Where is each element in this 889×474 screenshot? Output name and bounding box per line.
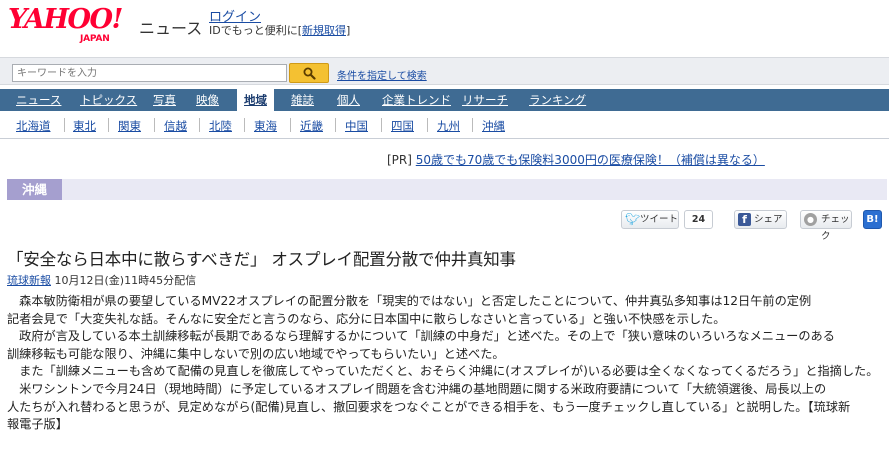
pr-label: [PR] — [387, 153, 416, 167]
nav-personal[interactable]: 個人 — [337, 89, 360, 111]
search-bar: 条件を指定して検索 — [0, 57, 889, 85]
facebook-icon: f — [738, 213, 751, 226]
hatena-bookmark-button[interactable]: B! — [863, 210, 882, 229]
search-button[interactable] — [289, 63, 329, 83]
check-label: チェック — [821, 214, 850, 242]
service-name: ニュース — [139, 19, 203, 38]
publish-date: 10月12日(金)11時45分配信 — [51, 274, 197, 287]
article-line: 報電子版】 — [7, 417, 68, 432]
region-tokai[interactable]: 東海 — [254, 118, 277, 134]
region-tohoku[interactable]: 東北 — [73, 118, 96, 134]
category-bar: 沖縄 — [7, 179, 887, 200]
divider — [64, 118, 65, 132]
region-hokuriku[interactable]: 北陸 — [209, 118, 232, 134]
login-subtext: IDでもっと便利に[新規取得] — [209, 22, 350, 38]
source-link[interactable]: 琉球新報 — [7, 274, 51, 287]
facebook-share-button[interactable]: f シェア — [734, 210, 787, 229]
region-kanto[interactable]: 関東 — [118, 118, 141, 134]
region-shinetsu[interactable]: 信越 — [164, 118, 187, 134]
search-input[interactable] — [12, 64, 287, 82]
divider — [381, 118, 382, 132]
tweet-label: ツイート — [640, 214, 679, 225]
login-subtext-end: ] — [346, 24, 351, 37]
article-line: 訓練移転も可能な限り、沖縄に集中しないで別の広い地域でやってもらいたい」と述べた… — [7, 346, 505, 361]
divider — [108, 118, 109, 132]
pr-link[interactable]: 50歳でも70歳でも保険料3000円の医療保険！（補償は異なる） — [416, 153, 765, 167]
yahoo-japan-logo[interactable]: YAHOO! JAPAN — [8, 4, 134, 46]
twitter-bird-icon: 🐦︎ — [625, 212, 641, 226]
region-kyushu[interactable]: 九州 — [437, 118, 460, 134]
login-subtext-label: IDでもっと便利に[ — [209, 24, 303, 37]
divider — [244, 118, 245, 132]
register-link[interactable]: 新規取得 — [302, 24, 346, 37]
region-shikoku[interactable]: 四国 — [391, 118, 414, 134]
nav-ranking[interactable]: ランキング — [529, 89, 586, 111]
pr-ad: [PR] 50歳でも70歳でも保険料3000円の医療保険！（補償は異なる） — [387, 151, 765, 168]
nav-photos[interactable]: 写真 — [153, 89, 176, 111]
article-line: 人たちが入れ替わると思うが、見定めながら(配備)見直し、撤回要求をつなぐことがで… — [7, 399, 851, 414]
article-line: 森本敏防衛相が県の要望しているMV22オスプレイの配置分散を「現実的ではない」と… — [7, 294, 812, 308]
divider — [427, 118, 428, 132]
article-title: 「安全なら日本中に散らすべきだ」 オスプレイ配置分散で仲井真知事 — [7, 250, 516, 269]
logo-text: YAHOO! — [8, 4, 123, 35]
article-line: 記者会見で「大変失礼な話。そんなに安全だと言うのなら、応分に日本国中に散らしなさ… — [7, 311, 726, 326]
divider — [472, 118, 473, 132]
byline: 琉球新報 10月12日(金)11時45分配信 — [7, 272, 196, 288]
nav-magazine[interactable]: 雑誌 — [291, 89, 314, 111]
tweet-button[interactable]: 🐦︎ ツイート — [621, 210, 679, 229]
divider — [335, 118, 336, 132]
region-nav: 北海道 東北 関東 信越 北陸 東海 近畿 中国 四国 九州 沖縄 — [0, 111, 889, 139]
nav-video[interactable]: 映像 — [196, 89, 219, 111]
region-kinki[interactable]: 近畿 — [300, 118, 323, 134]
nav-news[interactable]: ニュース — [16, 89, 61, 111]
magnifier-icon — [303, 67, 316, 80]
category-label: 沖縄 — [7, 179, 62, 200]
article-line: また「訓練メニューも含めて配備の見直しを徹底してやっていただくと、おそらく沖縄に… — [7, 364, 879, 379]
nav-research[interactable]: リサーチ — [462, 89, 508, 111]
nav-region[interactable]: 地域 — [237, 89, 274, 111]
region-hokkaido[interactable]: 北海道 — [16, 118, 51, 134]
divider — [154, 118, 155, 132]
advanced-search-link[interactable]: 条件を指定して検索 — [337, 67, 427, 82]
share-label: シェア — [754, 214, 783, 225]
article-line: 米ワシントンで今月24日（現地時間）に予定しているオスプレイ問題を含む沖縄の基地… — [7, 381, 827, 396]
article-body: 森本敏防衛相が県の要望しているMV22オスプレイの配置分散を「現実的ではない」と… — [7, 293, 885, 434]
divider — [290, 118, 291, 132]
nav-corporate-trend[interactable]: 企業トレンド — [382, 89, 451, 111]
mixi-icon: ● — [804, 213, 817, 226]
region-chugoku[interactable]: 中国 — [345, 118, 368, 134]
logo-subtext: JAPAN — [80, 34, 110, 44]
article-line: 政府が言及している本土訓練移転が長期であるなら理解するかについて「訓練の中身だ」… — [7, 329, 835, 344]
divider — [199, 118, 200, 132]
main-nav: ニュース トピックス 写真 映像 地域 雑誌 個人 企業トレンド リサーチ ラン… — [0, 89, 889, 111]
mixi-check-button[interactable]: ● チェック — [800, 210, 852, 242]
nav-topics[interactable]: トピックス — [80, 89, 137, 111]
region-okinawa[interactable]: 沖縄 — [482, 118, 505, 134]
tweet-count: 24 — [684, 210, 713, 229]
